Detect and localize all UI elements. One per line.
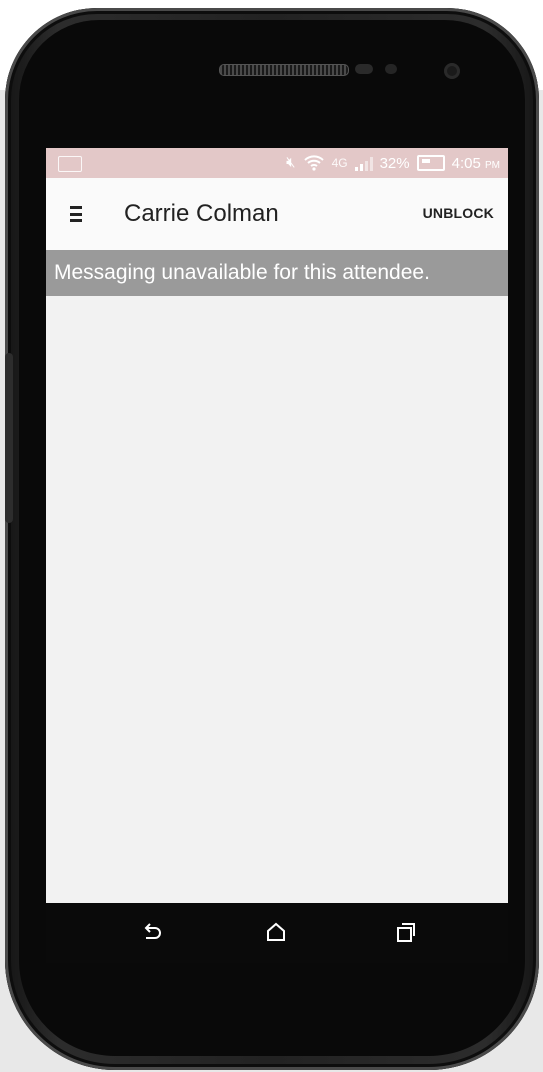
battery-charging-icon [416,155,445,171]
home-icon[interactable] [262,919,290,947]
light-sensor [385,64,397,74]
volume-button [5,353,13,523]
status-icons: 🔇︎ 4G 32% 4:05 PM [286,148,500,178]
clock-ampm: PM [485,159,500,171]
wifi-icon [303,155,324,171]
front-camera [444,63,460,79]
page-title: Carrie Colman [124,200,279,227]
menu-icon[interactable] [70,206,84,222]
unblock-button[interactable]: UNBLOCK [423,205,494,221]
app-bar: Carrie Colman UNBLOCK [46,178,508,250]
proximity-sensor [355,64,373,74]
battery-percent: 32% [379,154,410,172]
status-bar: 🔇︎ 4G 32% 4:05 PM [46,148,508,178]
clock-time: 4:05 [451,154,481,172]
recent-apps-icon[interactable] [392,919,420,947]
earpiece-speaker [219,64,349,76]
network-type: 4G [331,156,348,170]
messaging-unavailable-banner: Messaging unavailable for this attendee. [46,250,508,296]
clock: 4:05 PM [452,155,500,172]
signal-icon [354,155,373,171]
mute-icon: 🔇︎ [286,154,296,171]
keyboard-icon [58,156,82,172]
back-icon[interactable] [138,919,166,947]
phone-screen: 🔇︎ 4G 32% 4:05 PM Carrie Colman UNBLOCK [46,148,508,903]
navigation-bar [46,903,508,963]
